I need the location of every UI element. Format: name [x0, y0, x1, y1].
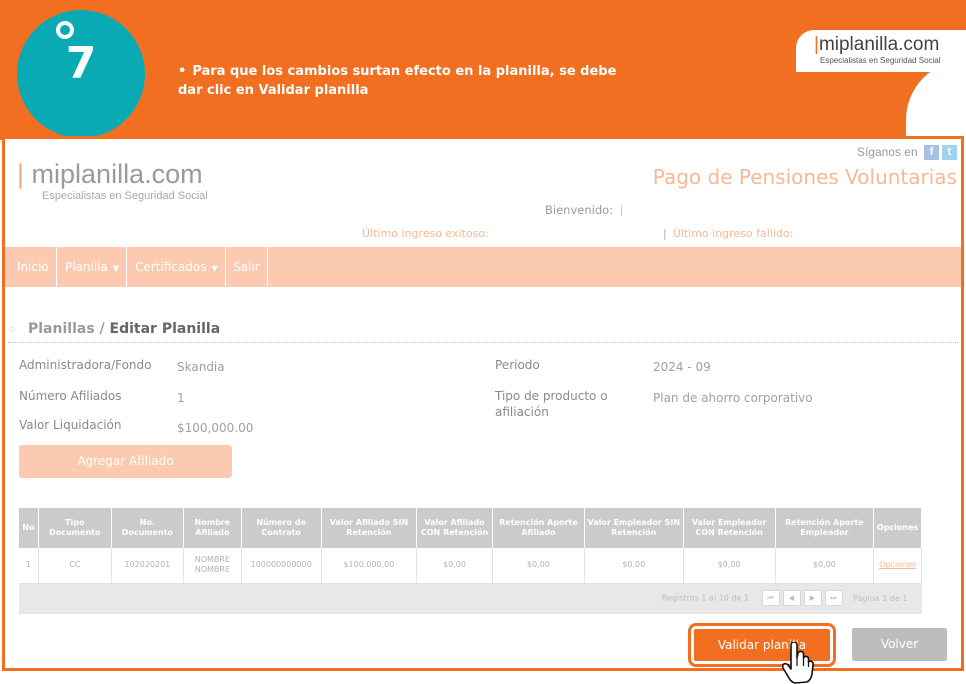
- twitter-icon[interactable]: t: [942, 145, 957, 161]
- table-cell: CC: [38, 548, 112, 584]
- step-number: 7: [65, 38, 97, 89]
- main-nav: Inicio Planilla ▼ Certificados ▼ Salir: [5, 247, 961, 287]
- table-cell: $0,00: [775, 548, 875, 584]
- column-header[interactable]: Tipo Documento: [38, 508, 112, 548]
- chevron-down-icon: ▼: [211, 264, 218, 273]
- breadcrumb-separator: /: [99, 321, 105, 337]
- column-header: Opciones: [873, 508, 922, 548]
- breadcrumb: ⁘ Planillas / Editar Planilla: [8, 321, 220, 337]
- page-title: Pago de Pensiones Voluntarias: [652, 165, 957, 189]
- last-failed-login: | Último ingreso fallido:: [663, 227, 794, 240]
- affiliates-value: 1: [177, 391, 185, 405]
- column-header[interactable]: Número de Contrato: [241, 508, 322, 548]
- column-header[interactable]: Valor Afiliado SIN Retención: [321, 508, 418, 548]
- add-affiliate-button[interactable]: Agregar Afiliado: [19, 445, 232, 478]
- brand-logo-subtitle: Especialistas en Seguridad Social: [820, 56, 941, 65]
- first-page-icon[interactable]: ⏮: [761, 590, 780, 606]
- table-footer: Registros 1 al 10 de 1 ⏮ ◀ ▶ ⏭ Página 1 de …: [19, 583, 922, 614]
- table-cell: $0,00: [683, 548, 776, 584]
- chart-icon: ⁘: [8, 325, 17, 336]
- table-row: 1 CC 102020201 NOMBRE NOMBRE 10000000000…: [19, 548, 922, 584]
- affiliates-table: No Tipo Documento No. Documento Nombre A…: [19, 508, 922, 614]
- follow-label: Síganos en: [856, 145, 918, 159]
- nav-item-planilla[interactable]: Planilla ▼: [58, 247, 128, 287]
- affiliates-label: Número Afiliados: [19, 389, 122, 403]
- next-page-icon[interactable]: ▶: [803, 590, 822, 606]
- last-page-icon[interactable]: ⏭: [824, 590, 843, 606]
- bullet: •: [178, 64, 187, 79]
- table-cell: $0,00: [416, 548, 493, 584]
- records-count: Registros 1 al 10 de 1: [661, 593, 749, 603]
- app-logo-subtitle: Especialistas en Seguridad Social: [42, 190, 208, 202]
- product-value: Plan de ahorro corporativo: [653, 391, 813, 405]
- instruction-bold: Validar planilla: [258, 83, 369, 98]
- breadcrumb-parent[interactable]: Planillas: [28, 321, 95, 337]
- chevron-down-icon: ▼: [112, 264, 120, 273]
- step-dot-icon: [56, 21, 74, 39]
- table-header-row: No Tipo Documento No. Documento Nombre A…: [19, 508, 922, 548]
- liquidation-label: Valor Liquidación: [19, 418, 122, 432]
- period-label: Periodo: [495, 358, 540, 372]
- step-badge: 7: [17, 10, 145, 138]
- banner-curve: [906, 60, 966, 140]
- table-cell: 1: [19, 548, 39, 584]
- nav-item-inicio[interactable]: Inicio: [10, 247, 57, 287]
- page-indicator: Página 1 de 1: [853, 593, 908, 603]
- nav-item-certificados[interactable]: Certificados ▼: [128, 247, 226, 287]
- table-cell: 100000000000: [241, 548, 322, 584]
- admin-value: Skandia: [177, 360, 225, 374]
- column-header[interactable]: Valor Empleador CON Retención: [683, 508, 776, 548]
- table-cell: $0,00: [584, 548, 684, 584]
- brand-logo-text: |miplanilla.com: [814, 34, 940, 55]
- prev-page-icon[interactable]: ◀: [782, 590, 801, 606]
- column-header[interactable]: Nombre Afiliado: [183, 508, 242, 548]
- instruction-plain: Para que los cambios surtan efecto en la…: [178, 64, 617, 98]
- product-label: Tipo de producto o afiliación: [495, 389, 608, 419]
- hand-cursor-icon: [781, 642, 814, 684]
- column-header[interactable]: Retención Aporte Afiliado: [492, 508, 585, 548]
- last-success-login: Último ingreso exitoso:: [362, 227, 489, 240]
- divider: [621, 205, 623, 216]
- column-header[interactable]: Retención Aporte Empleador: [775, 508, 875, 548]
- app-logo[interactable]: | miplanilla.com: [17, 159, 203, 190]
- column-header[interactable]: Valor Afiliado CON Retención: [416, 508, 493, 548]
- table-cell: $0,00: [492, 548, 585, 584]
- admin-label: Administradora/Fondo: [19, 358, 152, 372]
- divider: [8, 342, 958, 343]
- instruction-text: • Para que los cambios surtan efecto en l…: [178, 62, 628, 100]
- column-header[interactable]: No. Documento: [111, 508, 185, 548]
- row-options-link[interactable]: Opciones: [873, 548, 922, 584]
- tutorial-slide: • Para que los cambios surtan efecto en l…: [0, 0, 966, 684]
- liquidation-value: $100,000.00: [177, 421, 254, 435]
- column-header[interactable]: Valor Empleador SIN Retención: [584, 508, 684, 548]
- table-cell: 102020201: [111, 548, 185, 584]
- column-header[interactable]: No: [19, 508, 39, 548]
- app-screenshot: | miplanilla.com Especialistas en Seguri…: [2, 136, 964, 684]
- table-cell: $100.000,00: [321, 548, 418, 584]
- facebook-icon[interactable]: f: [924, 145, 939, 161]
- breadcrumb-current: Editar Planilla: [109, 321, 221, 337]
- nav-item-salir[interactable]: Salir: [226, 247, 268, 287]
- social-links: Síganos en ft: [856, 145, 957, 161]
- period-value: 2024 - 09: [653, 360, 711, 374]
- brand-logo: |miplanilla.com Especialistas en Segurid…: [796, 30, 966, 72]
- welcome-text: Bienvenido:: [545, 203, 623, 217]
- table-cell: NOMBRE NOMBRE: [183, 548, 242, 584]
- back-button[interactable]: Volver: [852, 628, 947, 661]
